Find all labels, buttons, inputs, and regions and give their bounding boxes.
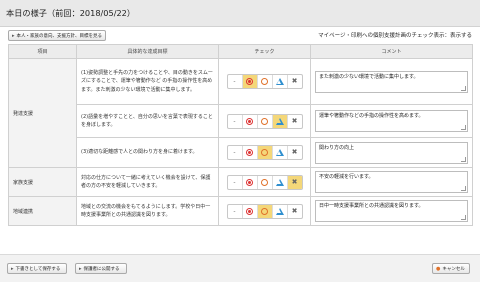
check-options: - ✖ — [226, 174, 303, 190]
dash-icon[interactable]: - — [228, 205, 242, 218]
check-options: - ✖ — [226, 74, 303, 89]
check-cell: - ✖ — [218, 58, 311, 105]
support-plan-table: 項目 具体的な達成目標 チェック コメント 発達支援 (1)姿勢調整と手先の力をつ… — [8, 44, 473, 226]
cancel-button[interactable]: ● キャンセル — [432, 263, 470, 274]
triangle-icon[interactable] — [271, 114, 287, 128]
goal-text: (2)語彙を増やすことと、自分の思いを言葉で表現することを身ぼします。 — [76, 104, 219, 138]
circle-shape — [261, 117, 268, 125]
comment-textarea[interactable]: 運筆や箸動作などの手指の操作性を高めます。 — [315, 110, 468, 132]
check-options: - ✖ — [226, 113, 303, 129]
comment-cell: 日中一時支援事業所との共通認識を図ります。 — [310, 196, 473, 226]
bottom-bar: ▸ 下書きとして保存する ▸ 保護者に公開する ● キャンセル — [0, 254, 480, 282]
table-row: 家族支援 対応の仕方について一緒に考えていく機会を設けて、保護者の方の不安を軽減し… — [8, 167, 473, 197]
double-circle-shape — [246, 149, 253, 156]
triangle-shape — [275, 149, 284, 156]
circle-icon[interactable] — [256, 146, 272, 159]
dash-icon[interactable]: - — [228, 75, 242, 88]
comment-textarea[interactable]: 日中一時支援事業所との共通認識を図ります。 — [315, 200, 468, 222]
header-check: チェック — [218, 44, 311, 59]
table-row: (3)適切な距離感で人との関わり方を身に着けます。 - ✖ 関わり方の向上 — [9, 137, 473, 168]
comment-cell: 関わり方の向上 — [310, 137, 473, 168]
cross-icon[interactable]: ✖ — [286, 75, 302, 88]
circle-shape — [261, 178, 268, 186]
dash-icon[interactable]: - — [228, 146, 242, 159]
table-header-row: 項目 具体的な達成目標 チェック コメント — [8, 44, 473, 59]
cross-icon[interactable]: ✖ — [286, 146, 302, 159]
circle-icon[interactable] — [256, 114, 272, 128]
triangle-shape — [275, 78, 284, 85]
comment-textarea[interactable]: 関わり方の向上 — [315, 141, 468, 164]
double-circle-icon[interactable] — [241, 175, 257, 189]
goal-text: 地域との交流の機会をもてるようにします。学校や日中一時支援事業所との共通認識を図… — [76, 196, 219, 226]
header-item: 項目 — [8, 44, 77, 59]
save-draft-label: 下書きとして保存する — [15, 266, 61, 272]
check-cell: - ✖ — [218, 104, 311, 138]
double-circle-icon[interactable] — [241, 75, 257, 88]
comment-textarea[interactable]: 不安の軽減を行います。 — [315, 171, 468, 193]
triangle-shape — [275, 178, 284, 186]
cross-icon[interactable]: ✖ — [286, 175, 302, 189]
double-circle-icon[interactable] — [241, 204, 257, 218]
arrow-right-icon: ▸ — [79, 265, 82, 272]
arrow-right-icon: ▸ — [11, 265, 14, 272]
page-title: 本日の様子（前回：2018/05/22） — [6, 8, 136, 18]
circle-shape — [261, 207, 268, 215]
category-label: 地域連携 — [8, 196, 77, 226]
check-options: - ✖ — [226, 145, 303, 160]
double-circle-icon[interactable] — [241, 146, 257, 159]
cancel-label: キャンセル — [442, 266, 465, 272]
table-row: 地域連携 地域との交流の機会をもてるようにします。学校や日中一時支援事業所との共通… — [8, 196, 473, 226]
double-circle-shape — [246, 207, 253, 215]
arrow-right-icon: ▸ — [12, 32, 15, 39]
dash-icon[interactable]: - — [228, 115, 242, 128]
top-row: ▸ 本人・家族の意向、支援方針、目標を見る マイページ・印刷への個別支援計画のチ… — [0, 27, 480, 44]
title-bar: 本日の様子（前回：2018/05/22） — [0, 0, 480, 27]
cross-icon[interactable]: ✖ — [286, 204, 302, 218]
check-options: - ✖ — [226, 203, 303, 219]
circle-icon[interactable] — [256, 75, 272, 88]
comment-cell: 運筆や箸動作などの手指の操作性を高めます。 — [310, 104, 473, 138]
header-goal: 具体的な達成目標 — [76, 44, 219, 59]
goal-text: (1)姿勢調整と手先の力をつけることや、目の動きをスムーズにすることで、運筆や箸… — [76, 58, 219, 105]
check-cell: - ✖ — [218, 167, 311, 197]
triangle-icon[interactable] — [271, 204, 287, 218]
circle-shape — [261, 78, 268, 85]
goal-text: (3)適切な距離感で人との関わり方を身に着けます。 — [76, 137, 219, 168]
comment-cell: また刺激の少ない環境で活動に集中します。 — [310, 58, 473, 105]
triangle-icon[interactable] — [271, 75, 287, 88]
double-circle-icon[interactable] — [241, 114, 257, 128]
circle-icon[interactable] — [256, 175, 272, 189]
triangle-icon[interactable] — [271, 175, 287, 189]
publish-button[interactable]: ▸ 保護者に公開する — [75, 263, 127, 274]
double-circle-shape — [246, 117, 253, 125]
category-label: 家族支援 — [8, 167, 77, 197]
comment-cell: 不安の軽減を行います。 — [310, 167, 473, 197]
triangle-icon[interactable] — [271, 146, 287, 159]
cancel-icon: ● — [436, 265, 441, 272]
check-cell: - ✖ — [218, 196, 311, 226]
goal-text: 対応の仕方について一緒に考えていく機会を設けて、保護者の方の不安を軽減していきま… — [76, 167, 219, 197]
dash-icon[interactable]: - — [228, 176, 242, 189]
triangle-shape — [275, 117, 284, 125]
comment-textarea[interactable]: また刺激の少ない環境で活動に集中します。 — [315, 70, 468, 93]
header-comment: コメント — [310, 44, 473, 59]
double-circle-shape — [246, 178, 253, 186]
view-goals-button[interactable]: ▸ 本人・家族の意向、支援方針、目標を見る — [8, 30, 106, 41]
table-row: 発達支援 (1)姿勢調整と手先の力をつけることや、目の動きをスムーズにすることで、… — [8, 58, 473, 168]
view-goals-label: 本人・家族の意向、支援方針、目標を見る — [16, 33, 103, 39]
circle-icon[interactable] — [256, 204, 272, 218]
category-label: 発達支援 — [8, 58, 77, 168]
publish-label: 保護者に公開する — [83, 266, 120, 272]
check-cell: - ✖ — [218, 137, 311, 168]
table-row: (2)語彙を増やすことと、自分の思いを言葉で表現することを身ぼします。 - ✖ 運筆や… — [9, 104, 473, 138]
triangle-shape — [275, 207, 284, 215]
save-draft-button[interactable]: ▸ 下書きとして保存する — [7, 263, 67, 274]
circle-shape — [261, 149, 268, 156]
print-display-note[interactable]: マイページ・印刷への個別支援計画のチェック表示：表示する — [318, 31, 472, 39]
cross-icon[interactable]: ✖ — [286, 114, 302, 128]
double-circle-shape — [246, 78, 253, 85]
